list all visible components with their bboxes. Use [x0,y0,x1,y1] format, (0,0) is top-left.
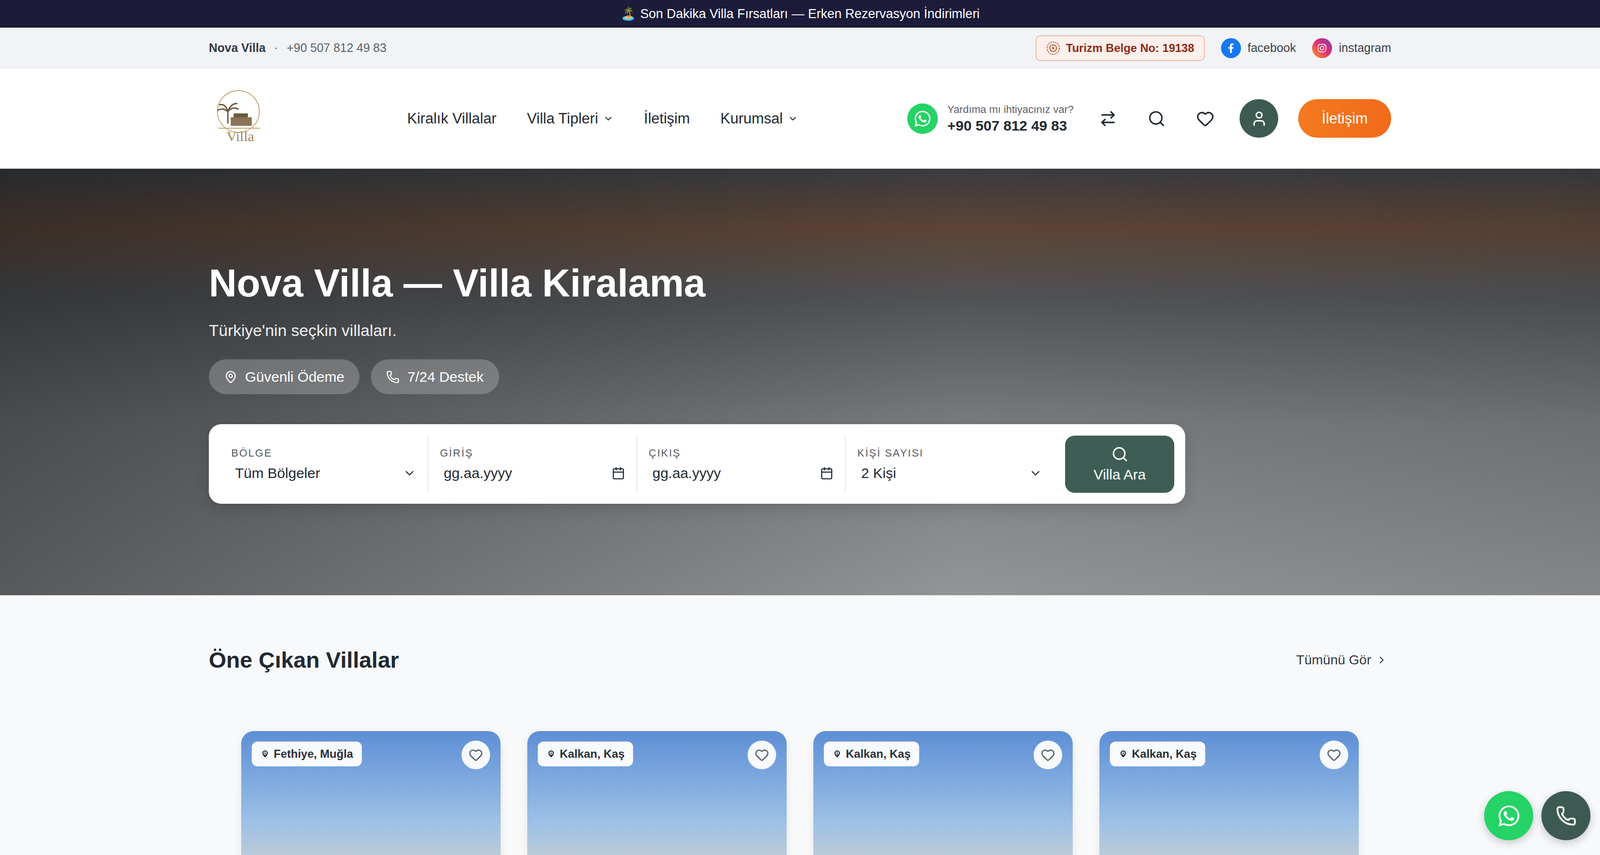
location-pill: Kalkan, Kaş [1109,741,1206,767]
calendar-icon[interactable] [820,466,834,481]
villa-card[interactable]: Kalkan, Kaş [527,731,787,855]
hero-title: Nova Villa — Villa Kiralama [208,260,1392,307]
villa-photo[interactable]: Fethiye, Muğla [241,731,501,855]
field-label: GİRİŞ [440,447,626,460]
chevron-down-icon [603,113,614,124]
field-value[interactable]: Tüm Bölgeler [231,465,417,482]
social-link[interactable]: facebook [1220,38,1296,59]
svg-text:Villa: Villa [226,128,255,144]
search-field[interactable]: KİŞİ SAYISI 2 Kişi [845,435,1054,493]
call-button[interactable] [1541,791,1591,841]
map-pin-icon [832,749,842,759]
phone-icon [386,370,400,384]
field-value[interactable]: gg.aa.yyyy [648,465,834,482]
calendar-icon[interactable] [611,466,626,481]
field-value[interactable]: 2 Kişi [857,465,1043,482]
villa-card[interactable]: Fethiye, Muğla [241,731,501,855]
help-phone[interactable]: +90 507 812 49 83 [947,117,1074,134]
location-pill: Fethiye, Muğla [251,741,362,767]
location-pill: Kalkan, Kaş [823,741,920,767]
user-icon [1250,110,1268,128]
search-icon [1147,109,1166,128]
heart-icon [1326,748,1342,763]
villa-photo[interactable]: Kalkan, Kaş [813,731,1073,855]
search-button[interactable] [1142,104,1171,134]
villa-photo[interactable]: Kalkan, Kaş [1099,731,1359,855]
logo[interactable]: Villa [208,82,271,155]
whatsapp-icon [907,103,938,134]
location-pill: Kalkan, Kaş [537,741,634,767]
contact-button[interactable]: İletişim [1298,99,1392,138]
main-nav: Kiralık Villalar Villa Tipleri İletişim Kur… [407,110,799,128]
instagram-icon [1312,38,1333,59]
favorites-button[interactable] [1190,104,1220,134]
map-pin-icon [1118,749,1129,759]
logo-icon[interactable]: Villa [208,82,271,155]
hero-subtitle: Türkiye'nin seçkin villaları. [208,319,1392,341]
help-label: Yardıma mı ihtiyacınız var? [947,103,1074,116]
nav-item[interactable]: İletişim [644,110,690,128]
search-icon [1111,445,1129,463]
header: Villa Kiralık Villalar Villa Tipleri İletiş… [0,68,1600,169]
hero-badge: Güvenli Ödeme [208,359,360,395]
field-value[interactable]: gg.aa.yyyy [440,465,626,482]
seal-icon [1046,41,1061,56]
search-field[interactable]: BÖLGE Tüm Bölgeler [219,435,429,493]
account-button[interactable] [1239,99,1279,138]
floating-actions [1484,791,1591,841]
separator: · [274,41,278,55]
villa-card[interactable]: Kalkan, Kaş [813,731,1073,855]
map-pin-icon [224,370,238,384]
nav-item[interactable]: Kurumsal [720,110,799,128]
license-badge: Turizm Belge No: 19138 [1035,35,1205,62]
search-field[interactable]: GİRİŞ gg.aa.yyyy [428,435,638,493]
chevron-down-icon [402,466,417,481]
search-submit-button[interactable]: Villa Ara [1065,435,1175,493]
field-label: KİŞİ SAYISI [857,447,1043,460]
brand-name[interactable]: Nova Villa [208,41,266,55]
nav-item[interactable]: Villa Tipleri [526,110,614,128]
field-label: ÇIKIŞ [648,447,834,460]
info-bar: Nova Villa · +90 507 812 49 83 Turizm Belge… [0,27,1600,69]
compare-button[interactable] [1093,104,1123,134]
search-box: BÖLGE Tüm Bölgeler GİRİŞ gg.aa.yyyy ÇIKIŞ gg.… [208,424,1186,504]
nav-item[interactable]: Kiralık Villalar [407,110,497,128]
compare-icon [1098,109,1118,128]
whatsapp-button[interactable] [1484,791,1534,841]
hero: Nova Villa — Villa Kiralama Türkiye'nin s… [0,168,1600,596]
announcement-bar: 🏝️ Son Dakika Villa Fırsatları — Erken R… [0,0,1600,28]
chevron-down-icon [1028,466,1043,481]
villa-card[interactable]: Kalkan, Kaş [1099,731,1359,855]
chevron-down-icon [787,113,799,124]
phone-icon [1555,805,1577,827]
heart-icon [1196,109,1215,128]
chevron-right-icon [1375,654,1388,667]
info-phone[interactable]: +90 507 812 49 83 [286,41,387,55]
facebook-icon [1220,38,1242,59]
heart-icon [1040,748,1056,763]
map-pin-icon [260,749,270,759]
map-pin-icon [546,749,556,759]
hero-badge: 7/24 Destek [370,359,499,395]
social-link[interactable]: instagram [1312,38,1392,59]
featured-section: Öne Çıkan Villalar Tümünü Gör Fethiye, Muğ… [0,595,1600,855]
heart-icon [754,748,770,763]
heart-icon [468,748,483,763]
favorite-button[interactable] [461,740,491,770]
section-title: Öne Çıkan Villalar [208,646,400,674]
favorite-button[interactable] [1033,740,1063,770]
see-all-link[interactable]: Tümünü Gör [1296,652,1388,668]
field-label: BÖLGE [231,447,417,460]
whatsapp-icon [1497,804,1521,829]
favorite-button[interactable] [747,740,777,770]
favorite-button[interactable] [1319,740,1349,770]
help-contact[interactable]: Yardıma mı ihtiyacınız var?+90 507 812 4… [907,103,1074,134]
announcement-text: 🏝️ Son Dakika Villa Fırsatları — Erken R… [620,6,980,22]
search-field[interactable]: ÇIKIŞ gg.aa.yyyy [637,435,847,493]
villa-photo[interactable]: Kalkan, Kaş [527,731,787,855]
